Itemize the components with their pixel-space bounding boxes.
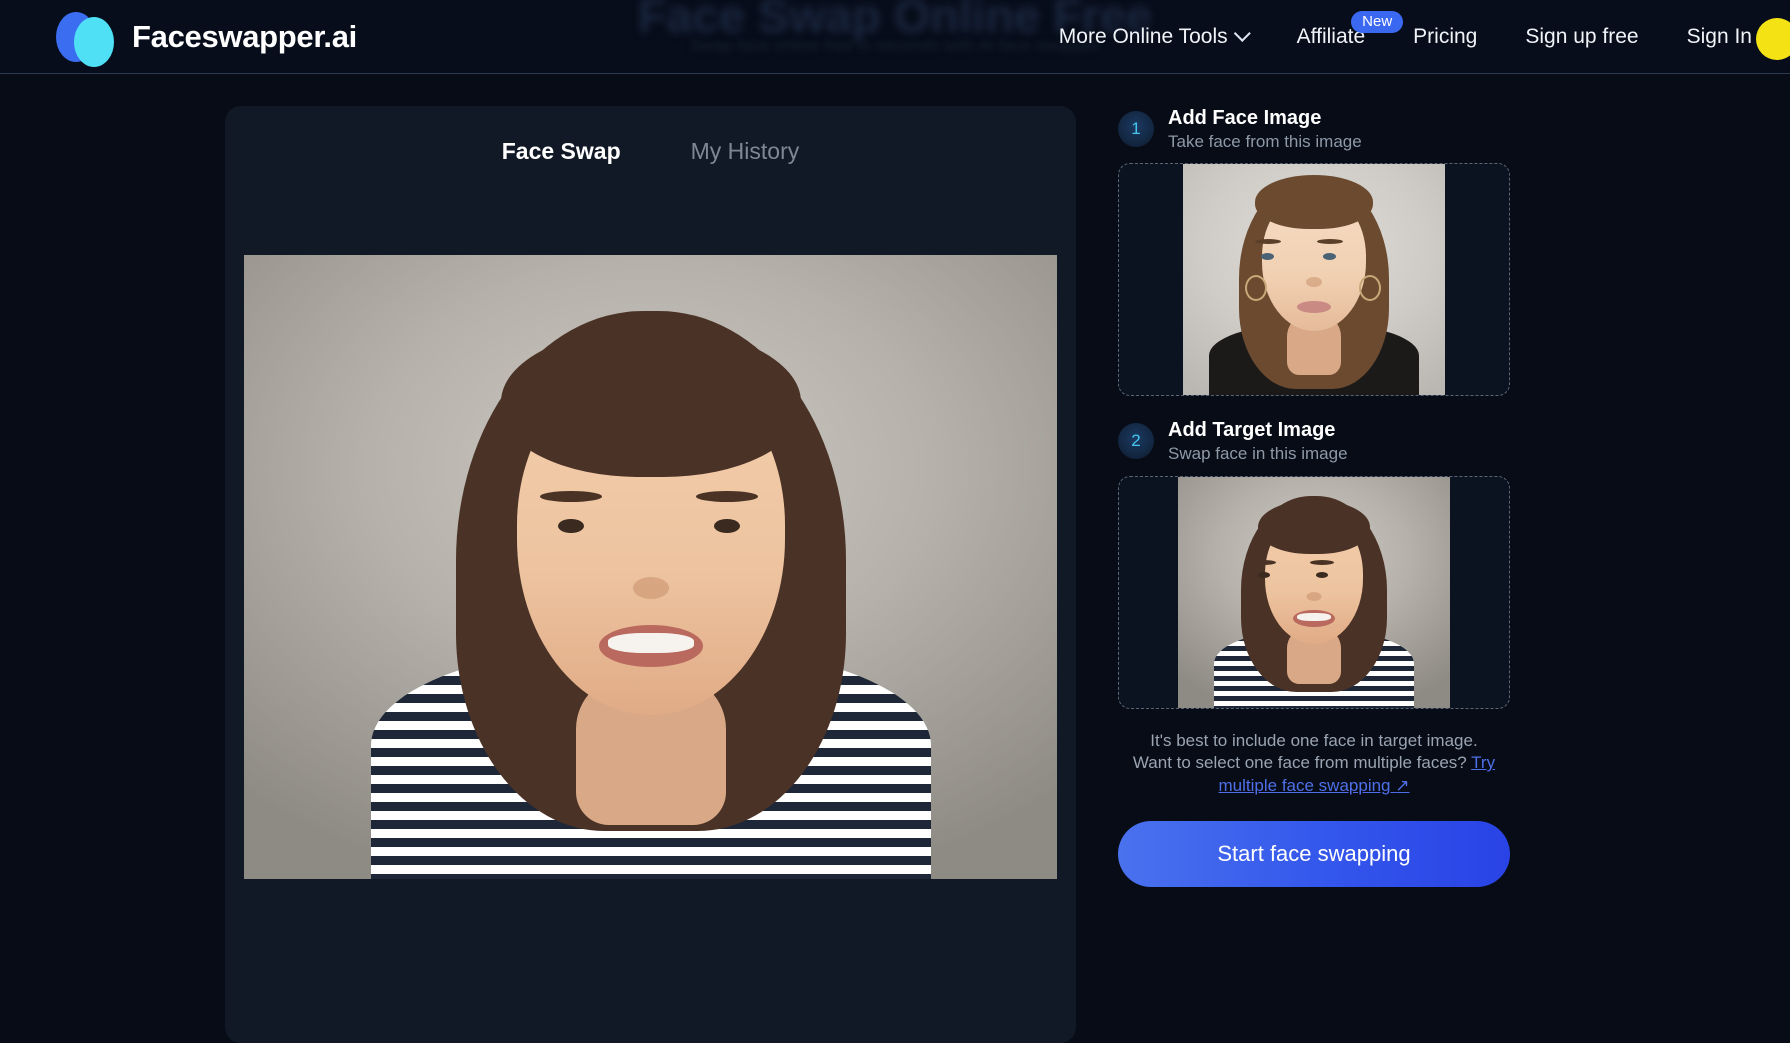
portrait-brow-left bbox=[540, 491, 602, 502]
card-tabs: Face Swap My History bbox=[225, 132, 1076, 171]
portrait-face-source bbox=[1183, 164, 1445, 396]
portrait-hair-top bbox=[1255, 175, 1373, 230]
avatar[interactable] bbox=[1756, 18, 1790, 60]
portrait-eye-left bbox=[558, 519, 584, 533]
portrait-nose bbox=[1306, 277, 1322, 288]
step-1-text: Add Face Image Take face from this image bbox=[1168, 106, 1362, 152]
step-2-header: 2 Add Target Image Swap face in this ima… bbox=[1118, 418, 1510, 464]
logo-icon bbox=[56, 10, 118, 67]
result-preview-image bbox=[244, 255, 1057, 879]
step-1-header: 1 Add Face Image Take face from this ima… bbox=[1118, 106, 1510, 152]
portrait-brow-left bbox=[1252, 559, 1276, 565]
start-face-swapping-button[interactable]: Start face swapping bbox=[1118, 821, 1510, 888]
portrait-target-large bbox=[244, 255, 1057, 879]
site-header: Face Swap Online Free Swap face online f… bbox=[0, 0, 1790, 74]
tab-my-history[interactable]: My History bbox=[689, 132, 802, 171]
target-image-thumbnail bbox=[1178, 476, 1450, 708]
nav-signup[interactable]: Sign up free bbox=[1501, 0, 1662, 74]
portrait-nose bbox=[1306, 591, 1322, 601]
portrait-teeth bbox=[1297, 612, 1331, 621]
step-2-text: Add Target Image Swap face in this image bbox=[1168, 418, 1348, 464]
logo-blob-cyan bbox=[74, 17, 114, 67]
face-image-thumbnail bbox=[1183, 164, 1445, 396]
portrait-eye-right bbox=[1316, 571, 1328, 578]
step-2-title: Add Target Image bbox=[1168, 419, 1336, 442]
swap-controls-panel: 1 Add Face Image Take face from this ima… bbox=[1118, 106, 1510, 888]
nav-more-online-tools-label: More Online Tools bbox=[1058, 25, 1228, 48]
portrait-hair-top bbox=[1258, 499, 1370, 554]
step-2-badge: 2 bbox=[1118, 423, 1154, 460]
step-1-subtitle: Take face from this image bbox=[1168, 132, 1362, 151]
external-link-arrow-icon: ↗ bbox=[1395, 775, 1410, 795]
portrait-target-small bbox=[1178, 476, 1450, 708]
face-swap-card: Face Swap My History bbox=[225, 106, 1076, 1043]
nav-more-online-tools[interactable]: More Online Tools bbox=[1035, 0, 1273, 74]
portrait-brow-right bbox=[1310, 559, 1334, 565]
help-line-1: It's best to include one face in target … bbox=[1150, 730, 1478, 750]
main-navigation: More Online Tools Affiliate New Pricing … bbox=[1035, 0, 1790, 74]
nav-pricing-label: Pricing bbox=[1413, 25, 1478, 48]
page-root: Face Swap Online Free Swap face online f… bbox=[0, 0, 1790, 1043]
portrait-eye-right bbox=[714, 519, 740, 533]
step-1-badge: 1 bbox=[1118, 111, 1154, 148]
nav-affiliate[interactable]: Affiliate New bbox=[1273, 0, 1404, 74]
nav-signup-label: Sign up free bbox=[1525, 25, 1639, 48]
face-image-upload-box[interactable] bbox=[1118, 163, 1510, 397]
portrait-brow-right bbox=[696, 491, 758, 502]
target-image-help-text: It's best to include one face in target … bbox=[1118, 730, 1510, 798]
portrait-teeth bbox=[607, 633, 694, 653]
chevron-down-icon bbox=[1233, 24, 1251, 42]
nav-pricing[interactable]: Pricing bbox=[1389, 0, 1501, 74]
target-image-upload-box[interactable] bbox=[1118, 475, 1510, 709]
step-1-title: Add Face Image bbox=[1168, 107, 1322, 129]
portrait-mouth bbox=[1297, 301, 1331, 314]
logo-wordmark: Faceswapper.ai bbox=[132, 19, 357, 54]
logo[interactable]: Faceswapper.ai bbox=[56, 0, 357, 74]
portrait-eye-left bbox=[1258, 571, 1270, 578]
help-line-2: Want to select one face from multiple fa… bbox=[1132, 753, 1467, 773]
portrait-nose bbox=[632, 577, 669, 599]
portrait-hair-top bbox=[500, 327, 801, 477]
nav-signin-label: Sign In bbox=[1686, 25, 1752, 48]
step-2-subtitle: Swap face in this image bbox=[1168, 444, 1348, 464]
tab-face-swap[interactable]: Face Swap bbox=[500, 132, 623, 171]
